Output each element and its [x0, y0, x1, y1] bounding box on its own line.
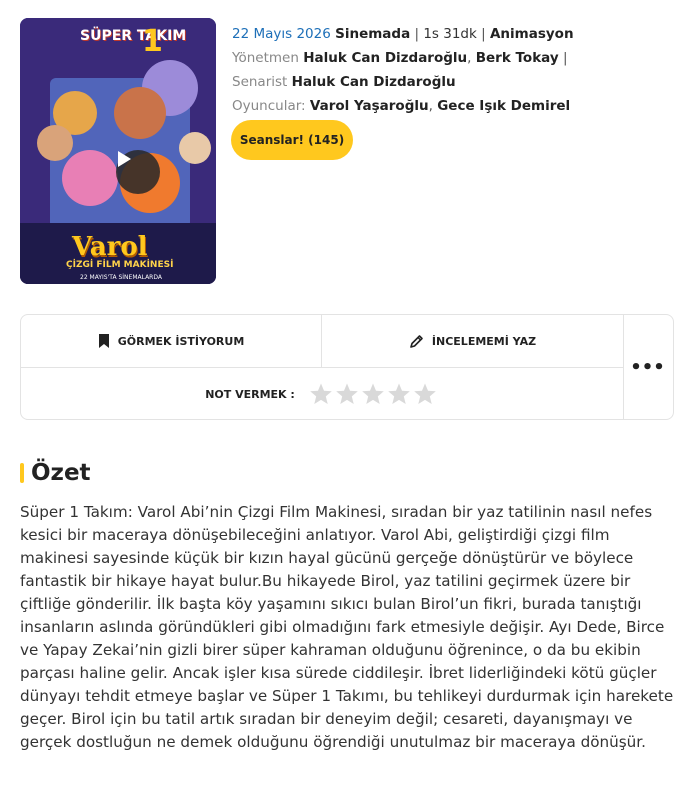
play-icon: [118, 151, 131, 167]
duration-text: 1s 31dk: [423, 26, 477, 42]
more-options-button[interactable]: •••: [622, 315, 673, 419]
watchlist-button[interactable]: GÖRMEK İSTİYORUM: [21, 315, 321, 367]
rating-row: NOT VERMEK :: [21, 368, 623, 420]
write-review-button[interactable]: İNCELEMEMİ YAZ: [322, 315, 623, 367]
director-link[interactable]: Berk Tokay: [476, 50, 559, 66]
poster-title: SÜPER TAKIM: [80, 28, 187, 44]
meta-writer-row: Senarist Haluk Can Dizdaroğlu: [232, 70, 662, 94]
sessions-button[interactable]: Seanslar! (145): [231, 120, 353, 160]
summary-text: Süper 1 Takım: Varol Abi’nin Çizgi Film …: [20, 503, 674, 751]
meta-cast-row: Oyuncular: Varol Yaşaroğlu, Gece Işık De…: [232, 98, 571, 114]
writer-link[interactable]: Haluk Can Dizdaroğlu: [292, 74, 456, 90]
star-icon[interactable]: [361, 382, 385, 406]
release-date-link[interactable]: 22 Mayıs 2026: [232, 26, 331, 42]
status-text: Sinemada: [335, 26, 411, 42]
poster-tagline: ÇİZGİ FİLM MAKİNESİ: [66, 260, 174, 270]
poster-date: 22 MAYIS'TA SİNEMALARDA: [80, 274, 162, 281]
movie-meta: 22 Mayıs 2026 Sinemada | 1s 31dk | Anima…: [232, 22, 662, 118]
cast-link[interactable]: Gece Işık Demirel: [437, 98, 570, 114]
pencil-icon: [410, 334, 423, 348]
summary-heading: Özet: [20, 460, 91, 486]
star-icon[interactable]: [413, 382, 437, 406]
poster-subtitle: Varol: [72, 232, 148, 262]
genre-link[interactable]: Animasyon: [490, 26, 574, 42]
meta-release-row: 22 Mayıs 2026 Sinemada | 1s 31dk | Anima…: [232, 26, 574, 42]
movie-poster[interactable]: SÜPER TAKIM 1 Varol ÇİZGİ FİLM MAKİNESİ …: [20, 18, 216, 284]
more-icon: •••: [630, 356, 665, 378]
star-icon[interactable]: [309, 382, 333, 406]
cast-label: Oyuncular:: [232, 98, 306, 114]
action-card: GÖRMEK İSTİYORUM İNCELEMEMİ YAZ NOT VERM…: [20, 314, 674, 420]
write-review-label: İNCELEMEMİ YAZ: [431, 334, 537, 348]
director-link[interactable]: Haluk Can Dizdaroğlu: [303, 50, 467, 66]
writer-label: Senarist: [232, 74, 288, 90]
accent-bar: [20, 463, 24, 483]
meta-director-row: Yönetmen Haluk Can Dizdaroğlu, Berk Toka…: [232, 50, 568, 66]
star-icon[interactable]: [387, 382, 411, 406]
star-icon[interactable]: [335, 382, 359, 406]
bookmark-icon: [98, 334, 109, 348]
rating-label: NOT VERMEK :: [205, 387, 295, 401]
poster-number: 1: [142, 24, 163, 59]
director-label: Yönetmen: [232, 50, 299, 66]
summary-title: Özet: [31, 460, 91, 486]
trailer-play-button[interactable]: [116, 150, 160, 194]
watchlist-label: GÖRMEK İSTİYORUM: [117, 334, 245, 348]
cast-link[interactable]: Varol Yaşaroğlu: [310, 98, 429, 114]
